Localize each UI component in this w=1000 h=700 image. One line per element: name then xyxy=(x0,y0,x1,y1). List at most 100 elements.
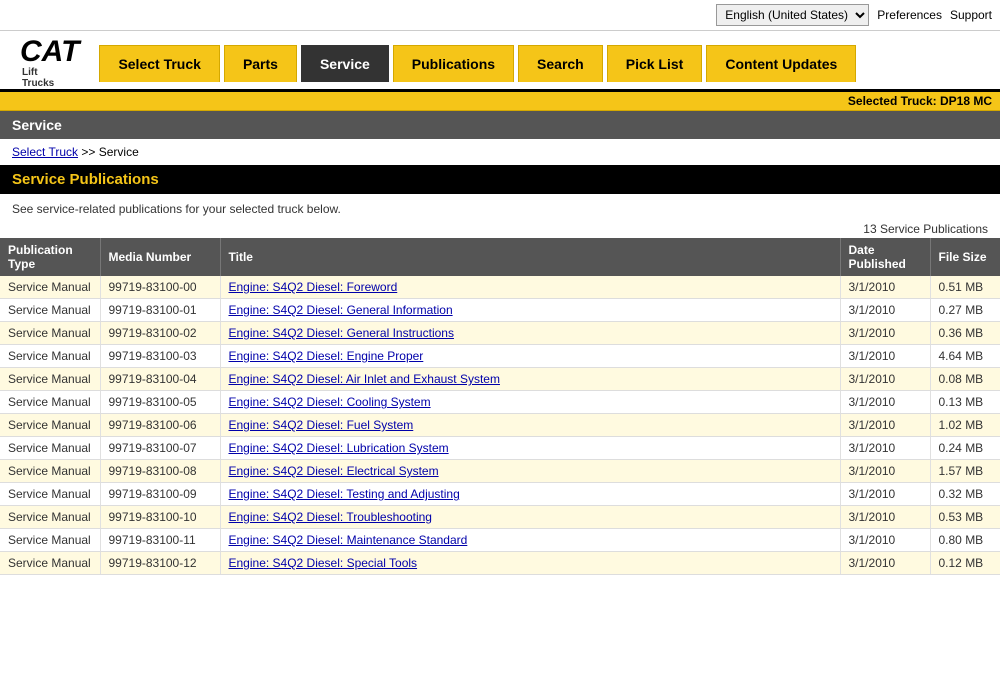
publication-count: 13 Service Publications xyxy=(0,220,1000,238)
cell-size: 0.36 MB xyxy=(930,322,1000,345)
cell-type: Service Manual xyxy=(0,299,100,322)
cell-title: Engine: S4Q2 Diesel: Troubleshooting xyxy=(220,506,840,529)
table-row: Service Manual99719-83100-10Engine: S4Q2… xyxy=(0,506,1000,529)
publication-link[interactable]: Engine: S4Q2 Diesel: Maintenance Standar… xyxy=(229,533,468,547)
table-row: Service Manual99719-83100-05 Engine: S4Q2… xyxy=(0,391,1000,414)
cell-type: Service Manual xyxy=(0,460,100,483)
top-bar: English (United States)French (Canada)Sp… xyxy=(0,0,1000,31)
cell-size: 0.08 MB xyxy=(930,368,1000,391)
cell-date: 3/1/2010 xyxy=(840,483,930,506)
section-title: Service Publications xyxy=(0,165,1000,194)
publication-link[interactable]: Engine: S4Q2 Diesel: General Instruction… xyxy=(229,326,454,340)
cell-size: 0.24 MB xyxy=(930,437,1000,460)
tab-publications[interactable]: Publications xyxy=(393,45,514,82)
publication-link[interactable]: Engine: S4Q2 Diesel: General Information xyxy=(229,303,453,317)
tab-parts[interactable]: Parts xyxy=(224,45,297,82)
cell-size: 1.57 MB xyxy=(930,460,1000,483)
cell-media: 99719-83100-03 xyxy=(100,345,220,368)
publication-link[interactable]: Engine: S4Q2 Diesel: Testing and Adjusti… xyxy=(229,487,460,501)
cell-date: 3/1/2010 xyxy=(840,437,930,460)
breadcrumb-select-truck[interactable]: Select Truck xyxy=(12,145,78,159)
cell-title: Engine: S4Q2 Diesel: Air Inlet and Exhau… xyxy=(220,368,840,391)
trucks-text: Trucks xyxy=(22,78,54,89)
cell-title: Engine: S4Q2 Diesel: Special Tools xyxy=(220,552,840,575)
page-section-header: Service xyxy=(0,111,1000,139)
cell-date: 3/1/2010 xyxy=(840,299,930,322)
header: CAT Lift Trucks Select Truck Parts Servi… xyxy=(0,31,1000,92)
cell-media: 99719-83100-10 xyxy=(100,506,220,529)
table-row: Service Manual99719-83100-02Engine: S4Q2… xyxy=(0,322,1000,345)
cell-title: Engine: S4Q2 Diesel: Maintenance Standar… xyxy=(220,529,840,552)
cell-type: Service Manual xyxy=(0,345,100,368)
selected-truck-label: Selected Truck: xyxy=(848,94,937,108)
cell-media: 99719-83100-05 xyxy=(100,391,220,414)
table-row: Service Manual99719-83100-01 Engine: S4Q2… xyxy=(0,299,1000,322)
cell-date: 3/1/2010 xyxy=(840,345,930,368)
table-row: Service Manual99719-83100-12 Engine: S4Q2… xyxy=(0,552,1000,575)
publication-link[interactable]: Engine: S4Q2 Diesel: Lubrication System xyxy=(229,441,449,455)
publication-link[interactable]: Engine: S4Q2 Diesel: Engine Proper xyxy=(229,349,424,363)
logo: CAT Lift Trucks xyxy=(0,37,99,89)
cell-size: 0.51 MB xyxy=(930,276,1000,299)
cell-date: 3/1/2010 xyxy=(840,322,930,345)
cell-media: 99719-83100-08 xyxy=(100,460,220,483)
col-header-title: Title xyxy=(220,238,840,276)
cell-media: 99719-83100-04 xyxy=(100,368,220,391)
col-header-media: Media Number xyxy=(100,238,220,276)
preferences-link[interactable]: Preferences xyxy=(877,8,942,22)
cell-type: Service Manual xyxy=(0,437,100,460)
tab-content-updates[interactable]: Content Updates xyxy=(706,45,856,82)
language-selector[interactable]: English (United States)French (Canada)Sp… xyxy=(716,4,869,26)
table-header-row: Publication Type Media Number Title Date… xyxy=(0,238,1000,276)
cell-media: 99719-83100-06 xyxy=(100,414,220,437)
publications-table-wrapper: Publication Type Media Number Title Date… xyxy=(0,238,1000,575)
cell-title: Engine: S4Q2 Diesel: Cooling System xyxy=(220,391,840,414)
selected-truck-bar: Selected Truck: DP18 MC xyxy=(0,92,1000,111)
cell-type: Service Manual xyxy=(0,552,100,575)
tab-search[interactable]: Search xyxy=(518,45,603,82)
cell-media: 99719-83100-01 xyxy=(100,299,220,322)
publication-link[interactable]: Engine: S4Q2 Diesel: Foreword xyxy=(229,280,398,294)
table-body: Service Manual99719-83100-00Engine: S4Q2… xyxy=(0,276,1000,575)
cell-type: Service Manual xyxy=(0,322,100,345)
cell-media: 99719-83100-12 xyxy=(100,552,220,575)
breadcrumb-current: Service xyxy=(99,145,139,159)
publication-link[interactable]: Engine: S4Q2 Diesel: Air Inlet and Exhau… xyxy=(229,372,500,386)
selected-truck-value: DP18 MC xyxy=(940,94,992,108)
cell-title: Engine: S4Q2 Diesel: Engine Proper xyxy=(220,345,840,368)
cell-title: Engine: S4Q2 Diesel: Fuel System xyxy=(220,414,840,437)
support-link[interactable]: Support xyxy=(950,8,992,22)
page-description: See service-related publications for you… xyxy=(0,194,1000,220)
publication-link[interactable]: Engine: S4Q2 Diesel: Cooling System xyxy=(229,395,431,409)
publication-link[interactable]: Engine: S4Q2 Diesel: Fuel System xyxy=(229,418,414,432)
cell-title: Engine: S4Q2 Diesel: General Information xyxy=(220,299,840,322)
tab-service[interactable]: Service xyxy=(301,45,389,82)
tab-pick-list[interactable]: Pick List xyxy=(607,45,703,82)
cell-type: Service Manual xyxy=(0,276,100,299)
cell-type: Service Manual xyxy=(0,368,100,391)
breadcrumb-separator: >> xyxy=(81,145,95,159)
cell-date: 3/1/2010 xyxy=(840,368,930,391)
cell-type: Service Manual xyxy=(0,391,100,414)
cell-title: Engine: S4Q2 Diesel: General Instruction… xyxy=(220,322,840,345)
cell-size: 4.64 MB xyxy=(930,345,1000,368)
tab-select-truck[interactable]: Select Truck xyxy=(99,45,220,82)
cell-type: Service Manual xyxy=(0,414,100,437)
cell-title: Engine: S4Q2 Diesel: Electrical System xyxy=(220,460,840,483)
publication-link[interactable]: Engine: S4Q2 Diesel: Troubleshooting xyxy=(229,510,432,524)
cell-media: 99719-83100-00 xyxy=(100,276,220,299)
cell-type: Service Manual xyxy=(0,529,100,552)
cell-date: 3/1/2010 xyxy=(840,460,930,483)
publication-link[interactable]: Engine: S4Q2 Diesel: Special Tools xyxy=(229,556,418,570)
cell-title: Engine: S4Q2 Diesel: Lubrication System xyxy=(220,437,840,460)
nav: Select Truck Parts Service Publications … xyxy=(99,45,1000,82)
cell-date: 3/1/2010 xyxy=(840,529,930,552)
cell-title: Engine: S4Q2 Diesel: Foreword xyxy=(220,276,840,299)
table-row: Service Manual99719-83100-11Engine: S4Q2… xyxy=(0,529,1000,552)
publication-link[interactable]: Engine: S4Q2 Diesel: Electrical System xyxy=(229,464,439,478)
cell-size: 0.80 MB xyxy=(930,529,1000,552)
cell-media: 99719-83100-09 xyxy=(100,483,220,506)
cell-size: 0.53 MB xyxy=(930,506,1000,529)
cell-title: Engine: S4Q2 Diesel: Testing and Adjusti… xyxy=(220,483,840,506)
cell-type: Service Manual xyxy=(0,483,100,506)
